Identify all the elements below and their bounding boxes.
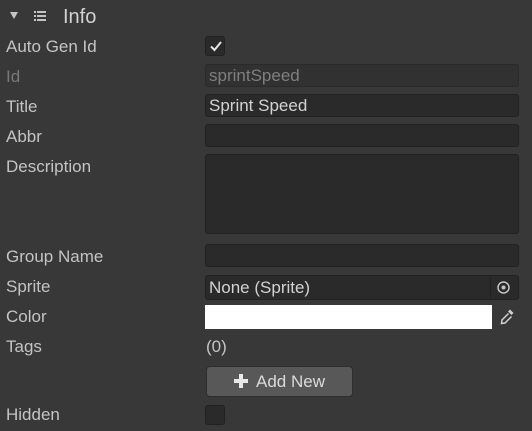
hidden-label: Hidden [6,405,60,424]
tags-label: Tags [6,337,42,356]
add-new-tag-button[interactable]: Add New [206,366,353,397]
sprite-object-field[interactable]: None (Sprite) [205,275,519,300]
eyedropper-icon [500,309,514,325]
object-picker-icon [497,281,510,294]
foldout-arrow-icon[interactable] [10,12,18,19]
eyedropper-button[interactable] [494,305,520,329]
plus-icon [234,374,248,388]
section-title[interactable]: Info [63,5,96,29]
tags-count: (0) [206,337,227,356]
color-label: Color [6,307,47,326]
id-field: sprintSpeed [205,64,519,87]
id-label: Id [6,67,21,86]
description-label: Description [6,157,92,176]
sprite-value: None (Sprite) [209,278,311,297]
abbr-label: Abbr [6,127,42,146]
title-field[interactable]: Sprint Speed [205,94,519,117]
add-new-label: Add New [256,372,325,391]
title-label: Title [6,97,38,116]
sprite-label: Sprite [6,277,51,296]
object-picker-button[interactable] [490,277,517,298]
hidden-checkbox[interactable] [205,405,225,425]
checkmark-icon [210,41,222,52]
description-textarea[interactable] [205,154,519,234]
auto-gen-id-label: Auto Gen Id [6,37,97,56]
list-icon [34,11,46,21]
group-name-label: Group Name [6,247,104,266]
color-swatch[interactable] [205,305,492,329]
group-name-field[interactable] [205,244,519,267]
auto-gen-id-checkbox[interactable] [205,36,225,56]
abbr-field[interactable] [205,124,519,147]
